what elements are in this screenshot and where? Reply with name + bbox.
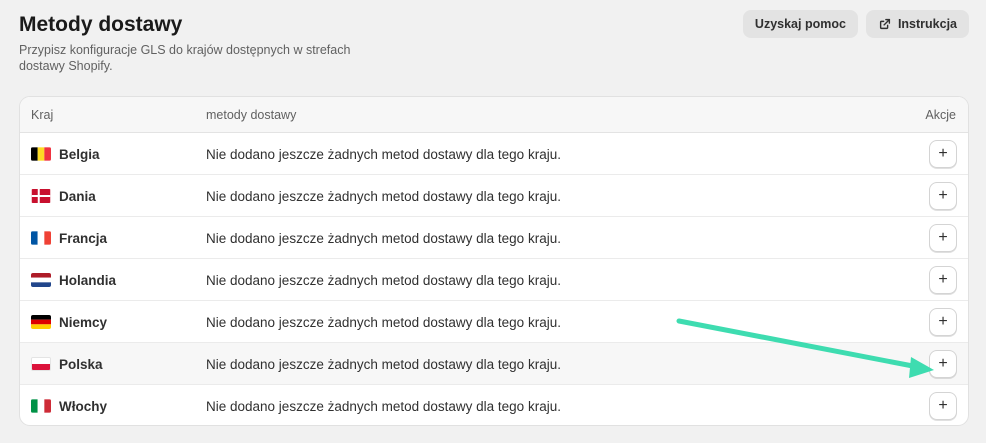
page-header: Metody dostawy Przypisz konfiguracje GLS… <box>19 12 399 74</box>
table-row: Francja Nie dodano jeszcze żadnych metod… <box>20 217 968 259</box>
column-header-country: Kraj <box>31 107 54 122</box>
country-cell: Włochy <box>31 385 108 425</box>
table-row: Włochy Nie dodano jeszcze żadnych metod … <box>20 385 968 425</box>
country-cell: Belgia <box>31 133 100 175</box>
country-name: Niemcy <box>59 314 108 330</box>
methods-empty-text: Nie dodano jeszcze żadnych metod dostawy… <box>206 230 561 246</box>
country-name: Holandia <box>59 272 117 288</box>
belgium-flag-icon <box>31 147 51 161</box>
germany-flag-icon <box>31 315 51 329</box>
methods-empty-text: Nie dodano jeszcze żadnych metod dostawy… <box>206 272 561 288</box>
external-link-icon <box>879 18 891 30</box>
instructions-label: Instrukcja <box>897 17 957 31</box>
denmark-flag-icon <box>31 189 51 203</box>
add-method-button[interactable]: + <box>929 182 957 210</box>
country-name: Włochy <box>59 398 108 414</box>
methods-empty-text: Nie dodano jeszcze żadnych metod dostawy… <box>206 398 561 414</box>
country-cell: Dania <box>31 175 96 217</box>
country-cell: Niemcy <box>31 301 107 343</box>
add-method-button[interactable]: + <box>929 266 957 294</box>
country-name: Polska <box>59 356 103 372</box>
country-name: Dania <box>59 188 96 204</box>
poland-flag-icon <box>31 357 51 371</box>
column-header-actions: Akcje <box>925 107 956 122</box>
shipping-methods-table: Kraj metody dostawy Akcje Belgia Nie dod… <box>19 96 969 426</box>
methods-empty-text: Nie dodano jeszcze żadnych metod dostawy… <box>206 188 561 204</box>
table-row: Niemcy Nie dodano jeszcze żadnych metod … <box>20 301 968 343</box>
table-row: Belgia Nie dodano jeszcze żadnych metod … <box>20 133 968 175</box>
table-row: Dania Nie dodano jeszcze żadnych metod d… <box>20 175 968 217</box>
methods-empty-text: Nie dodano jeszcze żadnych metod dostawy… <box>206 356 561 372</box>
italy-flag-icon <box>31 399 51 413</box>
country-cell: Francja <box>31 217 107 259</box>
country-cell: Polska <box>31 343 103 385</box>
netherlands-flag-icon <box>31 273 51 287</box>
methods-empty-text: Nie dodano jeszcze żadnych metod dostawy… <box>206 314 561 330</box>
add-method-button[interactable]: + <box>929 350 957 378</box>
column-header-methods: metody dostawy <box>206 107 297 122</box>
country-cell: Holandia <box>31 259 116 301</box>
instructions-button[interactable]: Instrukcja <box>865 10 969 38</box>
add-method-button[interactable]: + <box>929 392 957 420</box>
country-name: Francja <box>59 230 108 246</box>
page-subtitle: Przypisz konfiguracje GLS do krajów dost… <box>19 43 351 73</box>
page-title: Metody dostawy <box>19 13 183 36</box>
add-method-button[interactable]: + <box>929 308 957 336</box>
add-method-button[interactable]: + <box>929 224 957 252</box>
add-method-button[interactable]: + <box>929 140 957 168</box>
header-actions: Uzyskaj pomoc Instrukcja <box>742 10 969 38</box>
table-row: Polska Nie dodano jeszcze żadnych metod … <box>20 343 968 385</box>
table-header: Kraj metody dostawy Akcje <box>20 97 968 133</box>
get-help-button[interactable]: Uzyskaj pomoc <box>742 10 858 38</box>
country-name: Belgia <box>59 146 100 162</box>
france-flag-icon <box>31 231 51 245</box>
table-row: Holandia Nie dodano jeszcze żadnych meto… <box>20 259 968 301</box>
methods-empty-text: Nie dodano jeszcze żadnych metod dostawy… <box>206 146 561 162</box>
